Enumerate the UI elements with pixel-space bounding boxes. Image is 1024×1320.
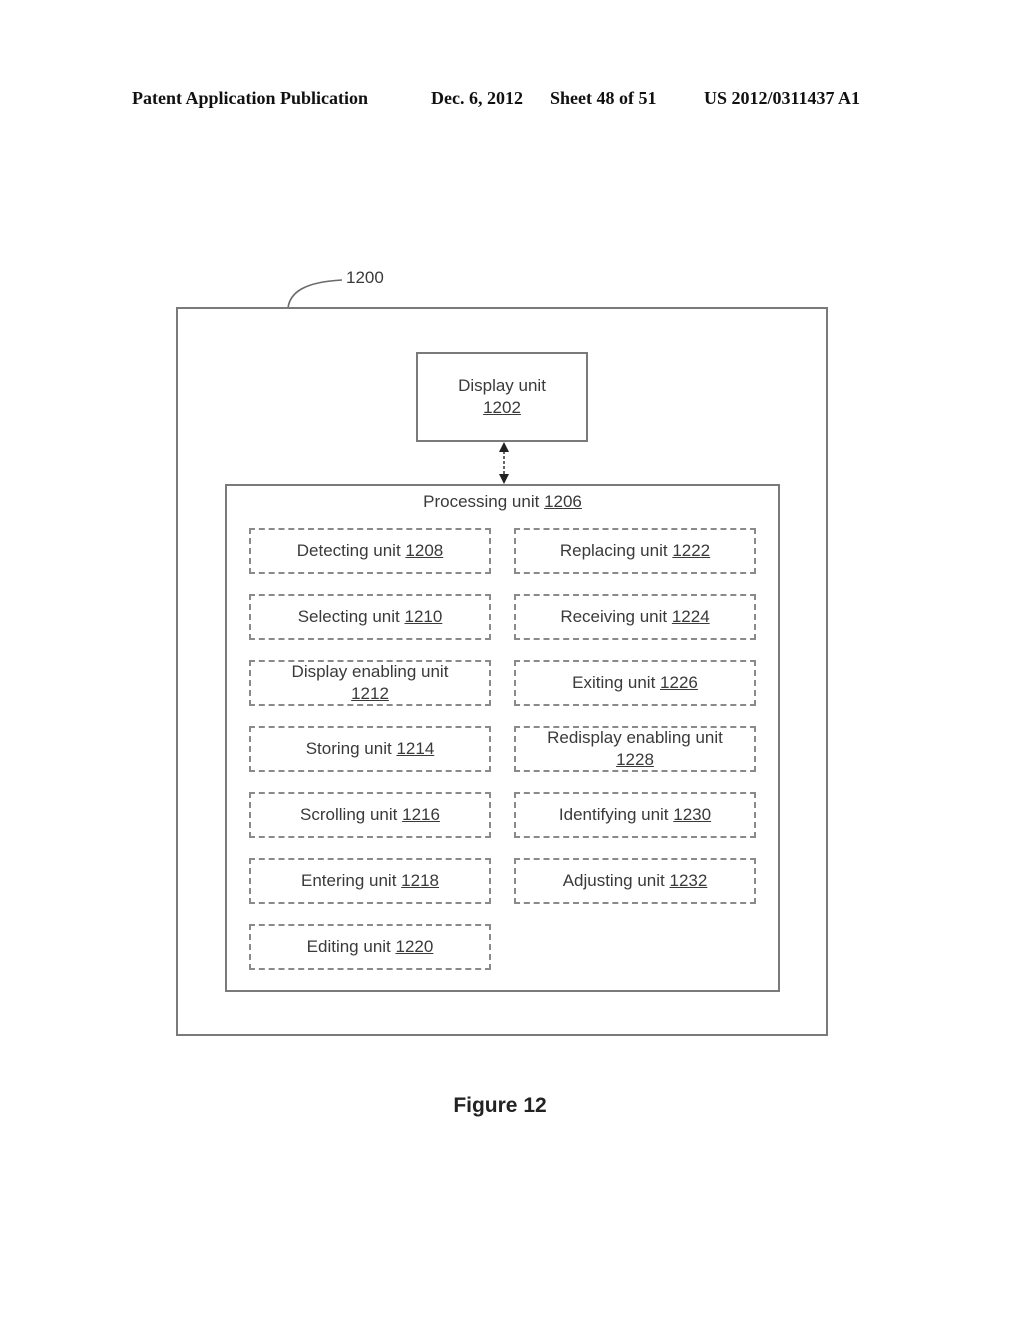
device-reference-label: 1200 — [346, 268, 384, 287]
functional-unit-box: Storing unit 1214 — [249, 726, 491, 772]
bidirectional-arrow-icon — [499, 442, 509, 484]
publication-title: Patent Application Publication — [132, 88, 369, 108]
unit-ref: 1210 — [404, 607, 443, 626]
processing-unit-title: Processing unit 1206 — [423, 492, 582, 511]
functional-unit-box: Adjusting unit 1232 — [514, 858, 756, 904]
functional-unit-box: Replacing unit 1222 — [514, 528, 756, 574]
unit-label: Exiting unit — [572, 673, 661, 692]
patent-number: US 2012/0311437 A1 — [704, 88, 861, 108]
unit-text: Detecting unit 1208 — [297, 540, 444, 562]
unit-ref: 1218 — [401, 871, 439, 890]
figure-caption: Figure 12 — [453, 1094, 547, 1117]
functional-unit-box: Scrolling unit 1216 — [249, 792, 491, 838]
unit-text: Storing unit 1214 — [306, 738, 435, 760]
unit-ref: 1212 — [351, 684, 389, 703]
unit-text: Editing unit 1220 — [307, 936, 434, 958]
functional-unit-box: Identifying unit 1230 — [514, 792, 756, 838]
unit-label: Receiving unit — [560, 607, 672, 626]
functional-unit-box: Entering unit 1218 — [249, 858, 491, 904]
unit-label: Adjusting unit — [562, 871, 670, 890]
functional-unit-box: Receiving unit 1224 — [514, 594, 756, 640]
processing-unit-ref: 1206 — [544, 492, 582, 511]
functional-unit-box: Detecting unit 1208 — [249, 528, 491, 574]
unit-label: Redisplay enabling unit — [547, 728, 723, 747]
unit-ref: 1224 — [671, 607, 710, 626]
reference-leader-line — [287, 279, 343, 309]
unit-ref: 1232 — [669, 871, 708, 890]
functional-unit-box: Redisplay enabling unit 1228 — [514, 726, 756, 772]
display-unit-ref: 1202 — [483, 398, 521, 417]
functional-unit-box: Display enabling unit 1212 — [249, 660, 491, 706]
unit-label: Identifying unit — [558, 805, 674, 824]
unit-label: Editing unit — [306, 937, 396, 956]
unit-ref: 1222 — [672, 541, 711, 560]
display-unit-label: Display unit — [458, 376, 546, 395]
unit-label: Storing unit — [305, 739, 397, 758]
sheet-number: Sheet 48 of 51 — [550, 88, 657, 108]
display-unit-box: Display unit 1202 — [416, 352, 588, 442]
unit-text: Scrolling unit 1216 — [300, 804, 440, 826]
unit-text: Exiting unit 1226 — [572, 672, 698, 694]
unit-ref: 1208 — [405, 541, 444, 560]
functional-unit-box: Editing unit 1220 — [249, 924, 491, 970]
unit-text: Receiving unit 1224 — [560, 606, 709, 628]
unit-ref: 1214 — [396, 739, 435, 758]
unit-label: Display enabling unit — [291, 662, 449, 681]
unit-text: Entering unit 1218 — [301, 870, 439, 892]
unit-label: Scrolling unit — [300, 805, 403, 824]
functional-unit-box: Exiting unit 1226 — [514, 660, 756, 706]
unit-ref: 1228 — [616, 750, 654, 769]
unit-label: Replacing unit — [559, 541, 673, 560]
unit-ref: 1226 — [660, 673, 698, 692]
unit-ref: 1230 — [673, 805, 712, 824]
unit-label: Entering unit — [300, 871, 402, 890]
unit-text: Adjusting unit 1232 — [563, 870, 708, 892]
unit-text: Selecting unit 1210 — [298, 606, 443, 628]
unit-ref: 1216 — [402, 805, 440, 824]
unit-label: Detecting unit — [296, 541, 406, 560]
publication-date: Dec. 6, 2012 — [431, 88, 523, 108]
unit-ref: 1220 — [395, 937, 434, 956]
functional-unit-box: Selecting unit 1210 — [249, 594, 491, 640]
unit-label: Selecting unit — [297, 607, 405, 626]
unit-text: Replacing unit 1222 — [560, 540, 710, 562]
unit-text: Identifying unit 1230 — [559, 804, 711, 826]
